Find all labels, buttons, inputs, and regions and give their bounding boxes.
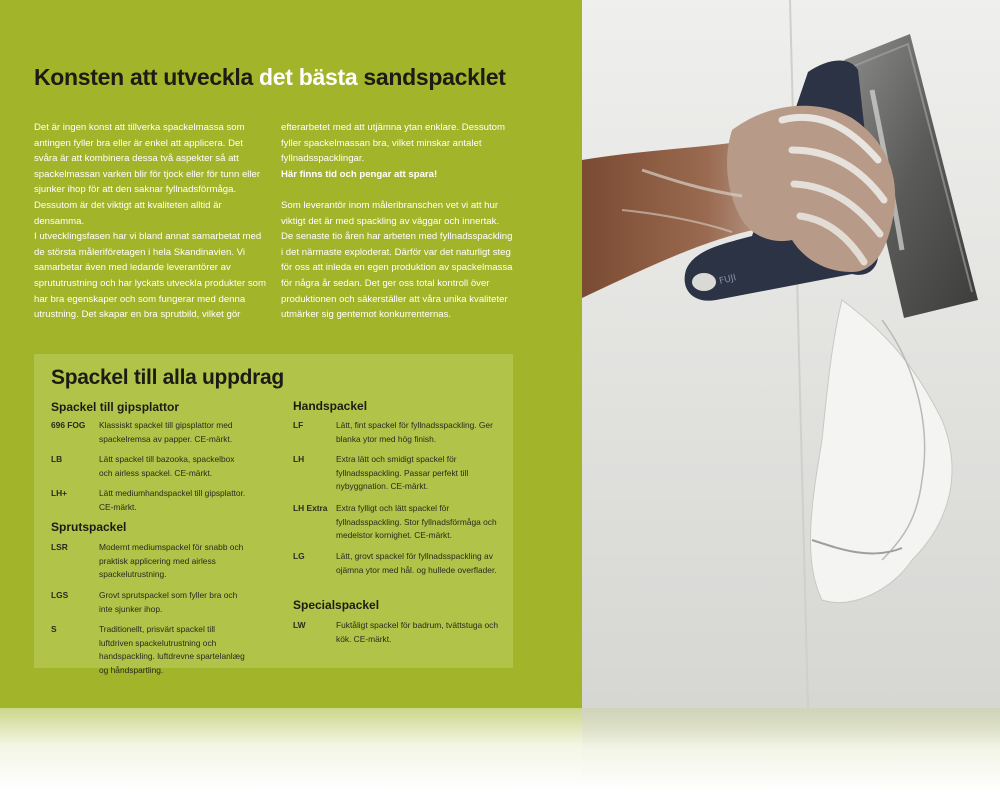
product-description: Modernt mediumspackel för snabb och prak…: [99, 542, 244, 579]
product-description: Extra lätt och smidigt spackel för fylln…: [336, 454, 469, 491]
product-code: 696 FOG: [51, 420, 86, 430]
section-heading: Specialspackel: [293, 598, 380, 612]
left-page: Konsten att utveckla det bästa sandspack…: [0, 0, 582, 708]
headline-part-1: Konsten att utveckla: [34, 64, 260, 90]
product-code: LF: [293, 420, 304, 430]
body-column-left: Det är ingen konst att tillverka spackel…: [34, 120, 266, 323]
product-code: LSR: [51, 542, 68, 552]
product-description: Klassiskt spackel till gipsplattor med s…: [99, 420, 233, 444]
section-heading: Sprutspackel: [51, 520, 127, 534]
body-paragraph: I utvecklingsfasen har vi bland annat sa…: [34, 231, 266, 321]
product-panel: Spackel till alla uppdrag Spackel till g…: [34, 354, 513, 675]
panel-title: Spackel till alla uppdrag: [51, 366, 284, 389]
product-description: Lätt spackel till bazooka, spackelbox oc…: [99, 454, 235, 478]
product-description: Lätt, grovt spackel för fyllnadsspacklin…: [336, 551, 497, 575]
product-description: Fuktåligt spackel för badrum, tvättstuga…: [336, 620, 498, 644]
product-code: LGS: [51, 590, 69, 600]
section-heading: Handspackel: [293, 399, 368, 413]
body-paragraph: Det är ingen konst att tillverka spackel…: [34, 122, 261, 227]
headline-part-2: sandspacklet: [357, 64, 506, 90]
hand-with-spatula-photo: FUJI: [582, 0, 1000, 708]
product-description: Lätt mediumhandspackel till gipsplattor.…: [99, 488, 246, 512]
body-column-right: efterarbetet med att utjämna ytan enklar…: [281, 120, 513, 323]
product-code: LW: [293, 620, 306, 630]
photo-reflection: [582, 708, 1000, 792]
product-description: Traditionellt, prisvärt spackel till luf…: [99, 624, 245, 675]
photo-page: FUJI: [582, 0, 1000, 708]
body-paragraph: efterarbetet med att utjämna ytan enklar…: [281, 122, 505, 165]
product-description: Extra fylligt och lätt spackel för fylln…: [336, 503, 497, 540]
product-description: Grovt sprutspackel som fyller bra och in…: [99, 590, 238, 614]
product-description: Lätt, fint spackel för fyllnadsspackling…: [336, 420, 493, 444]
body-paragraph: Som leverantör inom måleribranschen vet …: [281, 199, 513, 321]
section-heading: Spackel till gipsplattor: [51, 400, 180, 414]
product-code: LH+: [51, 488, 68, 498]
product-code: S: [51, 624, 57, 634]
product-code: LH Extra: [293, 503, 328, 513]
body-highlight-sentence: Här finns tid och pengar att spara!: [281, 168, 438, 180]
product-code: LH: [293, 454, 305, 464]
product-code: LB: [51, 454, 63, 464]
product-code: LG: [293, 551, 305, 561]
headline-highlight: det bästa: [259, 64, 358, 90]
page-headline: Konsten att utveckla det bästa sandspack…: [34, 64, 554, 91]
